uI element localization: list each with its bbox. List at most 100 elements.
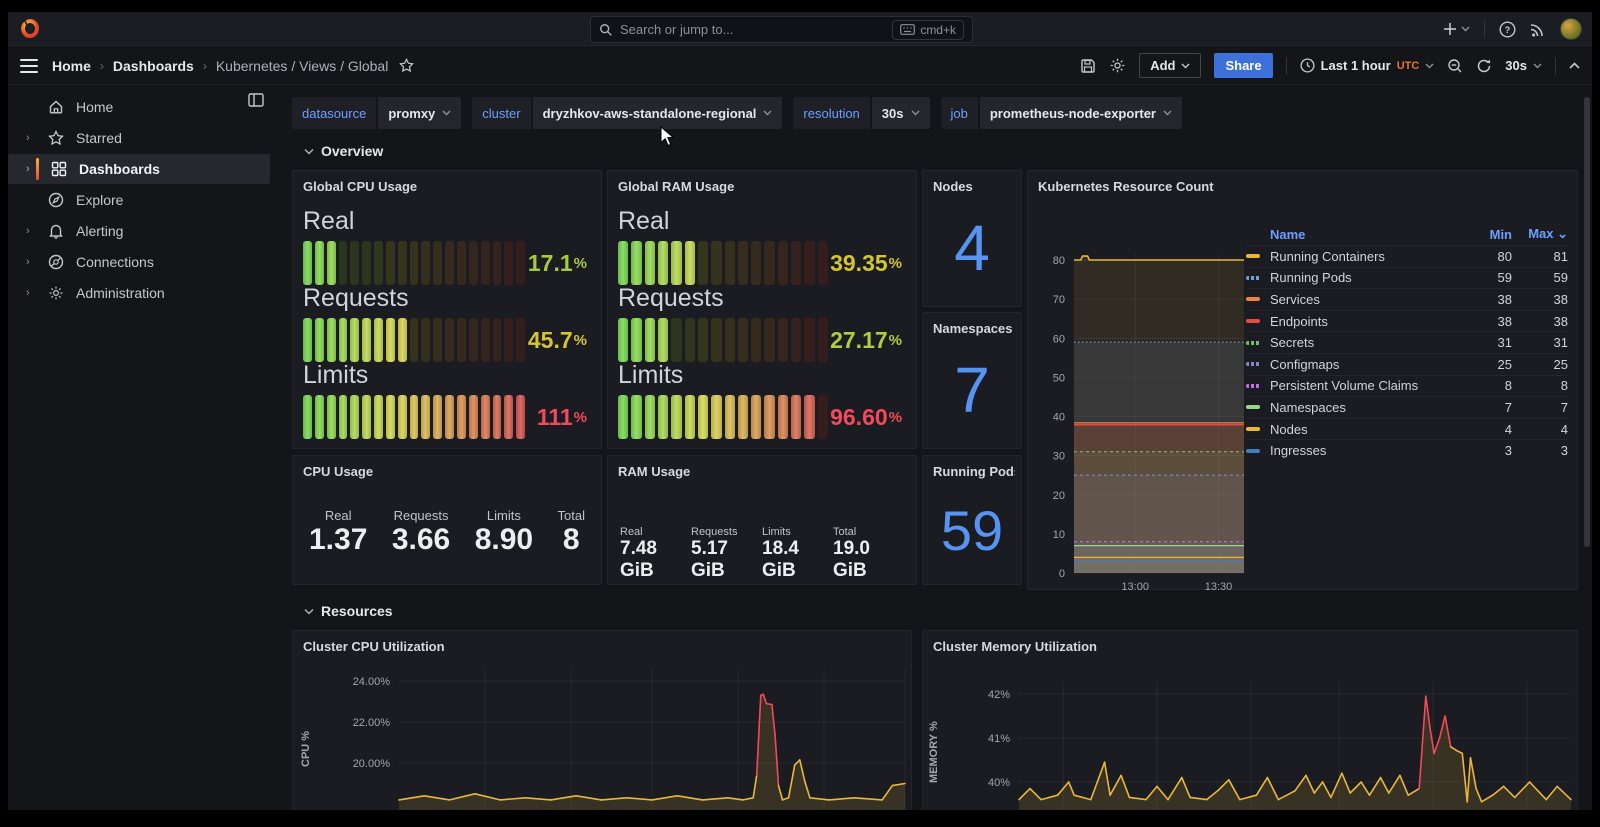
legend-series-name[interactable]: Services	[1270, 292, 1466, 307]
filter-value: prometheus-node-exporter	[989, 105, 1156, 121]
section-overview[interactable]: Overview	[304, 143, 383, 159]
filter-label: job	[940, 97, 978, 129]
panel-title[interactable]: Nodes	[933, 179, 973, 194]
svg-text:40: 40	[1053, 412, 1065, 424]
chevron-right-icon[interactable]: ›	[26, 287, 40, 299]
time-range-label: Last 1 hour	[1320, 58, 1391, 73]
news-rss-icon[interactable]	[1530, 21, 1546, 37]
metric-limits: Limits 18.4 GiB	[762, 526, 799, 581]
refresh-icon[interactable]	[1476, 58, 1492, 74]
chevron-right-icon[interactable]: ›	[26, 256, 40, 268]
panel-title[interactable]: Running Pods	[933, 464, 1015, 479]
chevron-down-icon	[763, 110, 772, 116]
legend-header-max[interactable]: Max ⌄	[1512, 226, 1568, 242]
help-icon[interactable]: ?	[1499, 20, 1516, 38]
filter-job[interactable]: job prometheus-node-exporter	[940, 97, 1182, 129]
legend-series-name[interactable]: Namespaces	[1270, 400, 1466, 415]
cluster-cpu-chart[interactable]: 24.00% 22.00% 20.00% CPU %	[293, 631, 913, 810]
zoom-out-icon[interactable]	[1447, 58, 1463, 74]
panel-cluster-cpu-utilization: Cluster CPU Utilization 24.00% 22.00% 20.0…	[292, 630, 912, 810]
chevron-right-icon[interactable]: ›	[26, 132, 40, 144]
breadcrumb-home[interactable]: Home	[52, 58, 91, 74]
shortcut-label: cmd+k	[920, 22, 956, 37]
svg-text:30: 30	[1053, 451, 1065, 463]
legend-header-name[interactable]: Name	[1270, 227, 1466, 242]
breadcrumb: Home › Dashboards › Kubernetes / Views /…	[52, 58, 415, 74]
refresh-interval-picker[interactable]: 30s	[1505, 58, 1542, 73]
filter-datasource[interactable]: datasource promxy	[292, 97, 462, 129]
lcd-gauge-ram-requests	[618, 318, 828, 362]
chevron-right-icon[interactable]: ›	[26, 225, 40, 237]
sidebar-item-home[interactable]: Home	[8, 92, 270, 122]
metric-requests: Requests 3.66	[391, 508, 451, 556]
lcd-gauge-cpu-limits	[303, 395, 526, 439]
sidebar-item-label: Home	[76, 99, 114, 115]
search-input[interactable]: Search or jump to... cmd+k	[590, 16, 973, 43]
section-resources[interactable]: Resources	[304, 603, 393, 619]
sidebar-item-starred[interactable]: › Starred	[8, 123, 270, 153]
filter-value-dropdown[interactable]: dryzhkov-aws-standalone-regional	[532, 97, 783, 129]
sidebar-item-dashboards[interactable]: › Dashboards	[8, 154, 270, 184]
new-dropdown-button[interactable]	[1443, 22, 1470, 36]
svg-text:10: 10	[1053, 529, 1065, 541]
legend-row: Running Pods 59 59	[1246, 266, 1568, 289]
sidebar-item-administration[interactable]: › Administration	[8, 278, 270, 308]
metric-real: Real 1.37	[309, 508, 368, 556]
panel-title[interactable]: Global CPU Usage	[303, 179, 417, 194]
chevron-down-icon	[304, 608, 314, 615]
panel-title[interactable]: Global RAM Usage	[618, 179, 734, 194]
gauge-value: 111%	[536, 403, 587, 430]
panel-cluster-memory-utilization: Cluster Memory Utilization 42% 41% 40% MEMO…	[922, 630, 1578, 810]
collapse-toolbar-icon[interactable]	[1569, 62, 1580, 69]
time-range-picker[interactable]: Last 1 hour UTC	[1300, 58, 1435, 73]
panel-ram-usage: RAM Usage Real 7.48 GiB Requests 5.17 GiB …	[607, 455, 917, 585]
user-avatar[interactable]	[1560, 18, 1582, 40]
share-button[interactable]: Share	[1214, 53, 1273, 78]
vertical-scrollbar[interactable]	[1584, 97, 1590, 547]
legend-series-name[interactable]: Nodes	[1270, 422, 1466, 437]
svg-text:50: 50	[1053, 372, 1065, 384]
add-panel-button[interactable]: Add	[1139, 53, 1202, 78]
legend-header-min[interactable]: Min	[1466, 227, 1512, 242]
gauge-value: 45.7%	[527, 326, 587, 353]
filter-resolution[interactable]: resolution 30s	[793, 97, 930, 129]
resource-count-chart[interactable]: 0 10 20 30 40 50 60 70 80 13:00 13:30	[1028, 171, 1268, 591]
legend-swatch	[1246, 297, 1260, 302]
svg-text:42%: 42%	[988, 689, 1010, 701]
gauge-row-label: Real	[303, 207, 355, 235]
filter-cluster[interactable]: cluster dryzhkov-aws-standalone-regional	[472, 97, 783, 129]
keyboard-shortcut-badge: cmd+k	[892, 19, 964, 40]
filter-value-dropdown[interactable]: 30s	[871, 97, 930, 129]
breadcrumb-dashboards[interactable]: Dashboards	[113, 58, 194, 74]
legend-series-name[interactable]: Endpoints	[1270, 314, 1466, 329]
cluster-memory-chart[interactable]: 42% 41% 40% MEMORY %	[923, 631, 1579, 810]
grafana-logo-icon[interactable]	[18, 17, 42, 41]
legend-series-name[interactable]: Configmaps	[1270, 357, 1466, 372]
legend-series-name[interactable]: Persistent Volume Claims	[1270, 378, 1466, 393]
favorite-star-icon[interactable]	[399, 58, 415, 73]
save-dashboard-icon[interactable]	[1080, 58, 1096, 74]
refresh-interval-label: 30s	[1505, 58, 1527, 73]
filter-value-dropdown[interactable]: prometheus-node-exporter	[979, 97, 1182, 129]
legend-swatch	[1246, 340, 1260, 345]
panel-title[interactable]: CPU Usage	[303, 464, 373, 479]
sidebar-item-explore[interactable]: Explore	[8, 185, 270, 215]
legend-series-name[interactable]: Ingresses	[1270, 443, 1466, 458]
sidebar-nav: Home › Starred › Dashboards Explore › Al…	[8, 85, 278, 810]
mega-menu-toggle[interactable]	[20, 58, 38, 73]
lcd-gauge-cpu-real	[303, 241, 526, 285]
metric-real: Real 7.48 GiB	[620, 526, 657, 581]
legend-swatch	[1246, 448, 1260, 453]
panel-title[interactable]: Namespaces	[933, 321, 1013, 336]
dashboard-settings-icon[interactable]	[1109, 57, 1126, 74]
legend-series-name[interactable]: Running Pods	[1270, 270, 1466, 285]
panel-title[interactable]: RAM Usage	[618, 464, 690, 479]
timezone-label: UTC	[1396, 59, 1420, 72]
sidebar-item-alerting[interactable]: › Alerting	[8, 216, 270, 246]
legend-series-name[interactable]: Secrets	[1270, 335, 1466, 350]
chevron-right-icon[interactable]: ›	[26, 163, 40, 175]
sidebar-item-connections[interactable]: › Connections	[8, 247, 270, 277]
filter-value: dryzhkov-aws-standalone-regional	[542, 105, 757, 121]
legend-series-name[interactable]: Running Containers	[1270, 249, 1466, 264]
filter-value-dropdown[interactable]: promxy	[378, 97, 462, 129]
